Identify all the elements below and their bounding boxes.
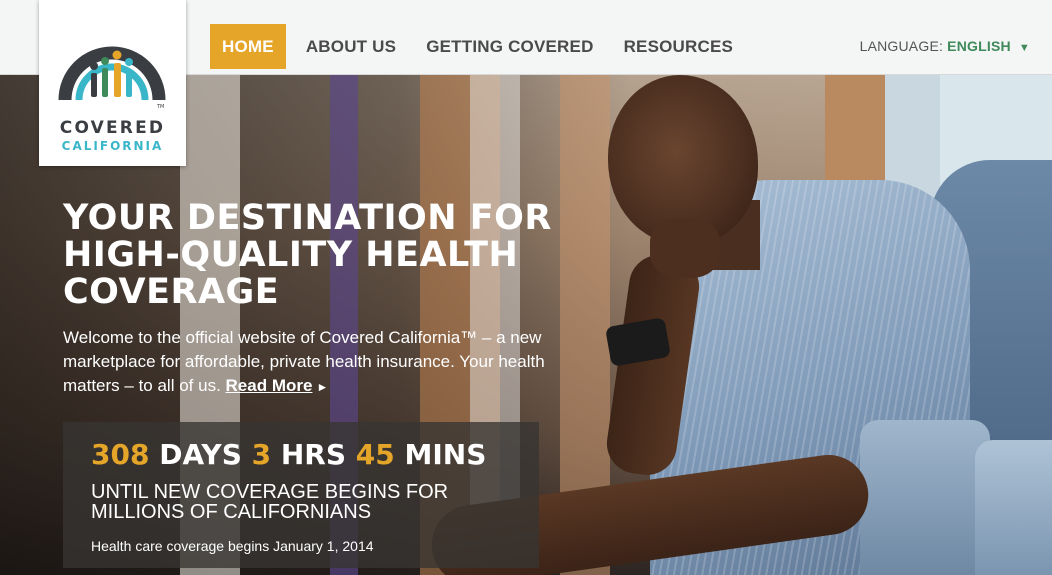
countdown-hours-label: HRS xyxy=(280,438,347,471)
nav-resources[interactable]: RESOURCES xyxy=(614,24,744,69)
countdown-mins-value: 45 xyxy=(355,438,395,471)
chair xyxy=(975,440,1052,575)
countdown-days-label: DAYS xyxy=(159,438,242,471)
nav-about-us[interactable]: ABOUT US xyxy=(296,24,406,69)
logo-wordmark-california: CALIFORNIA xyxy=(61,139,164,153)
logo-arch-icon: TM xyxy=(58,46,166,110)
logo-wordmark-covered: COVERED xyxy=(59,118,166,138)
countdown-timer: 308 DAYS 3 HRS 45 MINS xyxy=(91,438,486,471)
countdown-hours-value: 3 xyxy=(251,438,272,471)
main-nav: HOME ABOUT US GETTING COVERED RESOURCES xyxy=(210,24,753,69)
countdown-panel: 308 DAYS 3 HRS 45 MINS UNTIL NEW COVERAG… xyxy=(63,422,539,568)
nav-home[interactable]: HOME xyxy=(210,24,286,69)
countdown-subtitle: UNTIL NEW COVERAGE BEGINS FOR MILLIONS O… xyxy=(91,481,449,523)
arrow-right-icon[interactable]: ► xyxy=(316,380,328,394)
language-label: LANGUAGE: xyxy=(859,38,944,54)
language-selector[interactable]: LANGUAGE: ENGLISH ▼ xyxy=(860,38,1030,54)
caret-down-icon[interactable]: ▼ xyxy=(1019,42,1030,54)
chair xyxy=(860,420,990,575)
countdown-mins-label: MINS xyxy=(404,438,487,471)
svg-text:TM: TM xyxy=(156,104,164,110)
covered-california-logo[interactable]: TM COVERED CALIFORNIA xyxy=(39,0,186,166)
countdown-days-value: 308 xyxy=(91,438,150,471)
hero-welcome-text: Welcome to the official website of Cover… xyxy=(63,326,568,399)
read-more-link[interactable]: Read More xyxy=(226,376,313,395)
hero-person-hand xyxy=(650,218,720,278)
countdown-footnote: Health care coverage begins January 1, 2… xyxy=(91,538,374,554)
language-value[interactable]: ENGLISH xyxy=(947,38,1011,54)
nav-getting-covered[interactable]: GETTING COVERED xyxy=(416,24,603,69)
hero-headline: YOUR DESTINATION FOR HIGH-QUALITY HEALTH… xyxy=(63,198,552,312)
